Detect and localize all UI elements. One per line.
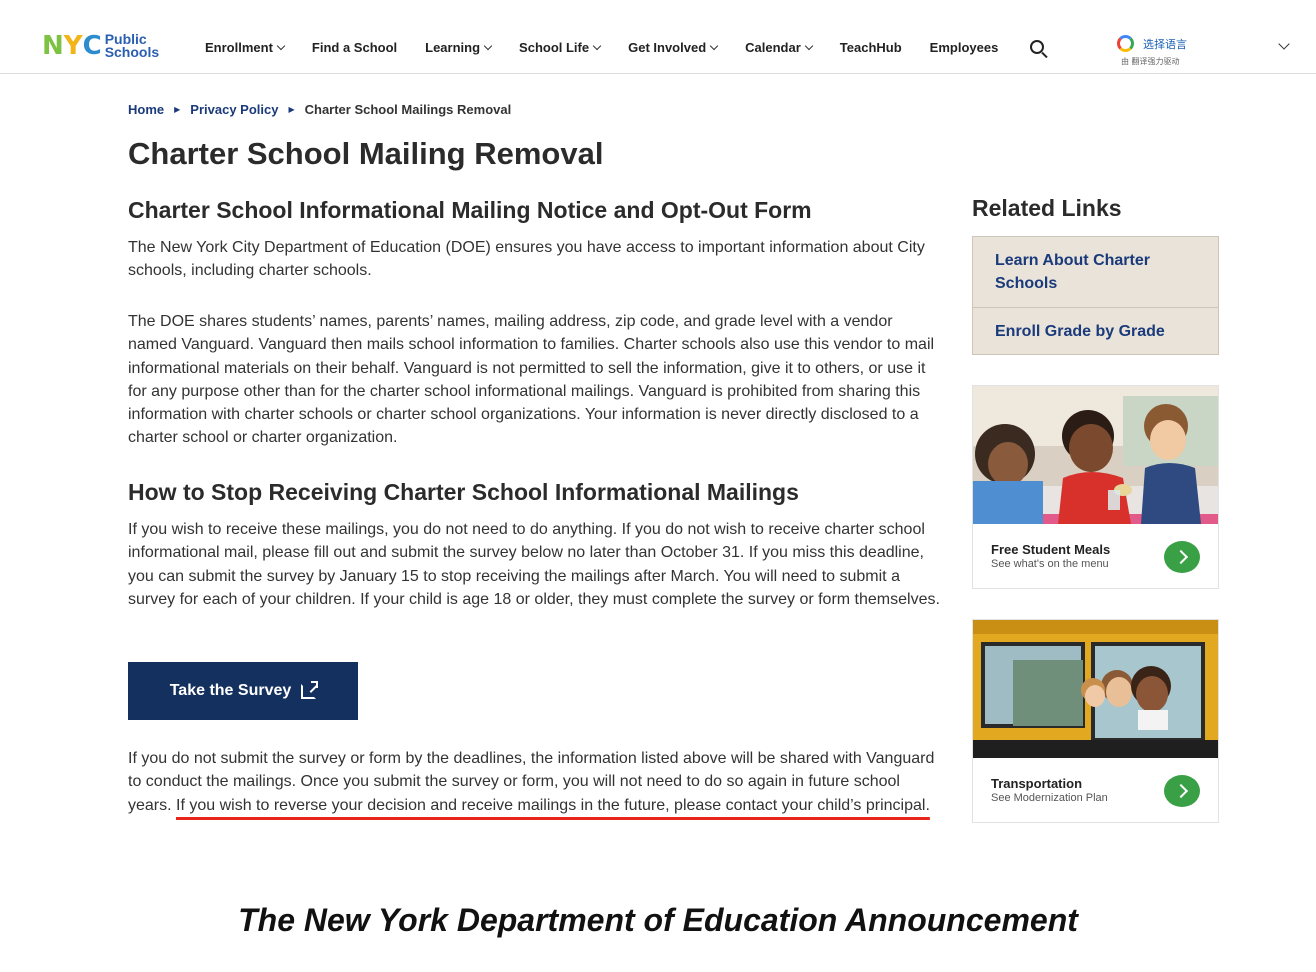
breadcrumb-separator-icon: ▶ <box>174 105 181 114</box>
chevron-down-icon <box>709 41 719 51</box>
intro-paragraph: The New York City Department of Educatio… <box>128 239 925 280</box>
breadcrumb: Home ▶ Privacy Policy ▶ Charter School M… <box>128 102 511 117</box>
logo-text: Public Schools <box>104 31 160 60</box>
section-heading-opt-out-form: Charter School Informational Mailing Not… <box>128 197 812 223</box>
card-subtitle: See Modernization Plan <box>991 792 1108 804</box>
link-enroll-grade-by-grade[interactable]: Enroll Grade by Grade <box>995 320 1165 343</box>
nav-find-a-school[interactable]: Find a School <box>312 40 397 55</box>
nav-employees[interactable]: Employees <box>930 40 999 55</box>
card-subtitle: See what's on the menu <box>991 558 1109 570</box>
chevron-down-icon <box>483 41 493 51</box>
translate-powered-by: 由 翻译强力驱动 <box>1121 57 1180 66</box>
vendor-paragraph: The DOE shares students’ names, parents’… <box>128 313 935 447</box>
chevron-down-icon <box>804 41 814 51</box>
divider <box>973 307 1218 308</box>
link-learn-about-charter-schools[interactable]: Learn About Charter Schools <box>995 249 1195 295</box>
figure-caption: The New York Department of Education Ann… <box>238 902 1078 938</box>
external-link-icon <box>301 680 319 699</box>
nav-enrollment[interactable]: Enrollment <box>205 40 286 55</box>
card-free-student-meals[interactable]: Free Student Meals See what's on the men… <box>972 385 1219 589</box>
main-nav: Enrollment Find a School Learning School… <box>205 40 998 55</box>
breadcrumb-separator-icon: ▶ <box>288 105 295 114</box>
nyc-logo-mark: N Y C <box>42 31 102 61</box>
search-icon[interactable] <box>1030 40 1044 54</box>
students-eating-photo <box>973 386 1218 524</box>
school-bus-photo <box>973 620 1218 758</box>
breadcrumb-privacy-policy[interactable]: Privacy Policy <box>190 102 278 117</box>
chevron-down-icon <box>276 41 286 51</box>
highlighted-reverse-decision-text: If you wish to reverse your decision and… <box>176 796 930 814</box>
translate-select-language[interactable]: 选择语言 <box>1143 36 1187 52</box>
nyc-public-schools-logo[interactable]: N Y C Public Schools <box>42 31 160 61</box>
page-title: Charter School Mailing Removal <box>128 136 604 171</box>
section-heading-stop-mailings: How to Stop Receiving Charter School Inf… <box>128 479 799 505</box>
deadline-paragraph: If you do not submit the survey or form … <box>128 747 940 817</box>
take-the-survey-label: Take the Survey <box>169 682 292 699</box>
related-links-box: Learn About Charter Schools Enroll Grade… <box>972 236 1219 355</box>
students-eating-illustration <box>973 386 1218 524</box>
related-links-heading: Related Links <box>972 195 1122 221</box>
card-transportation[interactable]: Transportation See Modernization Plan <box>972 619 1219 823</box>
chevron-right-icon[interactable] <box>1164 775 1200 807</box>
google-g-icon <box>1117 35 1134 52</box>
card-title: Transportation <box>991 776 1083 791</box>
chevron-down-icon[interactable] <box>1278 38 1290 50</box>
nav-get-involved[interactable]: Get Involved <box>628 40 719 55</box>
nav-teachhub[interactable]: TeachHub <box>840 40 902 55</box>
nav-learning[interactable]: Learning <box>425 40 493 55</box>
nav-calendar[interactable]: Calendar <box>745 40 814 55</box>
take-the-survey-button[interactable]: Take the Survey <box>128 662 358 720</box>
site-header: N Y C Public Schools Enrollment Find a S… <box>0 0 1316 74</box>
instructions-paragraph: If you wish to receive these mailings, y… <box>128 521 940 608</box>
chevron-right-icon[interactable] <box>1164 541 1200 573</box>
nav-school-life[interactable]: School Life <box>519 40 602 55</box>
breadcrumb-home[interactable]: Home <box>128 102 164 117</box>
breadcrumb-current: Charter School Mailings Removal <box>304 102 512 117</box>
school-bus-illustration <box>973 620 1218 758</box>
card-title: Free Student Meals <box>991 542 1111 557</box>
chevron-down-icon <box>592 41 602 51</box>
